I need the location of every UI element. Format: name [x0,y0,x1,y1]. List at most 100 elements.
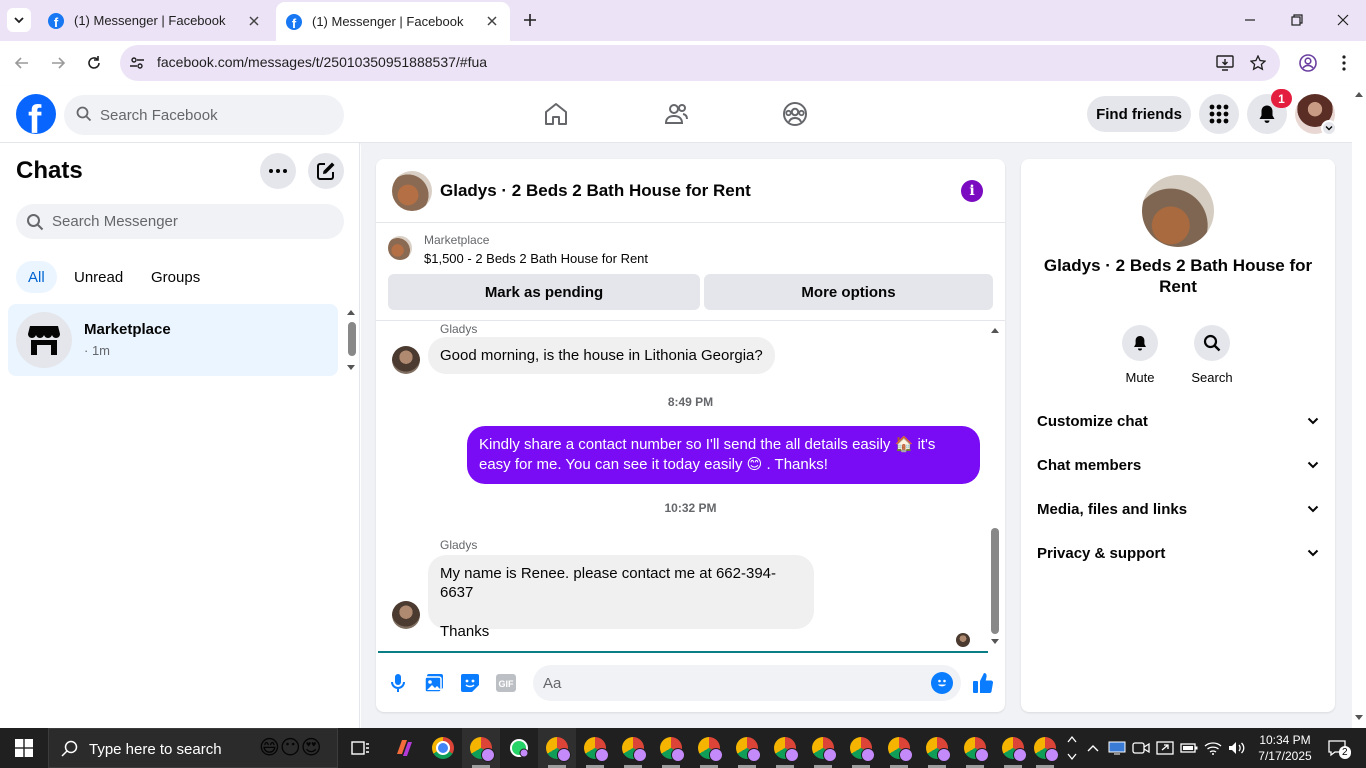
scroll-thumb[interactable] [991,528,999,634]
listing-description[interactable]: $1,500 - 2 Beds 2 Bath House for Rent [424,251,648,266]
minimize-button[interactable] [1238,8,1262,32]
bookmark-star-icon[interactable] [1249,54,1267,72]
more-options-button[interactable]: More options [704,274,993,310]
chat-list-item[interactable]: Marketplace · 1m [8,304,338,376]
sender-avatar[interactable] [392,601,420,629]
chrome-profile-app[interactable] [614,728,652,768]
chrome-profile-app[interactable] [880,728,918,768]
incoming-message[interactable]: My name is Renee. please contact me at 6… [428,555,814,640]
facebook-logo-icon[interactable]: f [16,94,56,134]
copilot-app[interactable] [385,728,423,768]
listing-thumbnail[interactable] [388,236,412,260]
chrome-profile-app[interactable] [956,728,994,768]
facebook-search[interactable] [64,95,344,135]
chrome-profile-app[interactable] [652,728,690,768]
conversation-scrollbar[interactable] [988,324,1002,650]
new-message-button[interactable] [308,153,344,189]
privacy-support-section[interactable]: Privacy & support [1037,541,1319,565]
battery-tray[interactable] [1178,728,1200,768]
scroll-thumb[interactable] [348,322,356,356]
conversation-large-avatar[interactable] [1142,175,1214,247]
new-tab-button[interactable] [520,10,540,30]
taskbar-clock[interactable]: 10:34 PM 7/17/2025 [1250,732,1320,764]
conversation-avatar[interactable] [392,171,432,211]
meet-now-tray[interactable] [1106,728,1128,768]
whatsapp-chrome-app[interactable] [500,728,538,768]
info-icon[interactable]: i [961,180,983,202]
start-button[interactable] [0,728,48,768]
chrome-profile-app[interactable] [728,728,766,768]
messenger-search-input[interactable] [52,204,332,239]
like-thumbs-up-icon[interactable] [971,671,995,695]
incoming-message[interactable]: Good morning, is the house in Lithonia G… [428,337,775,374]
screen-share-tray[interactable] [1154,728,1176,768]
emoji-picker-icon[interactable] [931,672,953,694]
chrome-profile-app[interactable] [538,728,576,768]
conversation-title[interactable]: Gladys · 2 Beds 2 Bath House for Rent [440,181,751,201]
chrome-profile-icon [812,737,837,762]
sender-avatar[interactable] [392,346,420,374]
taskbar-search[interactable]: Type here to search 😄😶😍 [48,728,338,768]
home-nav[interactable] [540,98,572,130]
chrome-profile-app[interactable] [462,728,500,768]
volume-tray[interactable] [1226,728,1248,768]
mute-action[interactable]: Mute [1110,325,1170,385]
friends-nav[interactable] [660,98,692,130]
close-tab-icon[interactable] [246,13,262,29]
task-view-button[interactable] [342,728,380,768]
mark-as-pending-button[interactable]: Mark as pending [388,274,700,310]
menu-button[interactable] [1199,94,1239,134]
chrome-app[interactable] [424,728,462,768]
close-window-button[interactable] [1331,8,1355,32]
message-composer[interactable] [533,665,961,701]
find-friends-button[interactable]: Find friends [1087,96,1191,132]
chrome-profile-app[interactable] [918,728,956,768]
tab-search-button[interactable] [7,8,31,32]
back-button[interactable] [10,51,34,75]
outgoing-message[interactable]: Kindly share a contact number so I'll se… [467,426,980,484]
bell-icon[interactable] [1122,325,1158,361]
attach-photo-icon[interactable] [422,671,446,695]
messenger-search[interactable] [16,204,344,239]
chat-options-button[interactable] [260,153,296,189]
gif-icon[interactable]: GIF [494,671,518,695]
forward-button[interactable] [46,51,70,75]
browser-profile-button[interactable] [1296,51,1320,75]
page-scrollbar[interactable] [1352,86,1366,728]
camera-tray[interactable] [1130,728,1152,768]
filter-tab-all[interactable]: All [16,261,57,293]
chat-list-scrollbar[interactable] [345,306,357,372]
media-files-links-section[interactable]: Media, files and links [1037,497,1319,521]
filter-tab-groups[interactable]: Groups [139,261,212,293]
restore-button[interactable] [1285,8,1309,32]
taskbar-scroll[interactable] [1064,728,1080,768]
chat-members-section[interactable]: Chat members [1037,453,1319,477]
browser-tab-2-active[interactable]: f (1) Messenger | Facebook [276,2,510,41]
groups-nav[interactable] [779,98,811,130]
customize-chat-section[interactable]: Customize chat [1037,409,1319,433]
search-icon[interactable] [1194,325,1230,361]
filter-tab-unread[interactable]: Unread [62,261,135,293]
reload-button[interactable] [82,51,106,75]
account-caret-icon[interactable] [1321,120,1337,136]
search-action[interactable]: Search [1182,325,1242,385]
chrome-profile-app[interactable] [804,728,842,768]
close-tab-icon[interactable] [484,13,500,29]
chrome-profile-app[interactable] [1026,728,1064,768]
chrome-profile-app[interactable] [842,728,880,768]
address-bar[interactable]: facebook.com/messages/t/2501035095188853… [120,45,1280,81]
site-settings-icon[interactable] [128,54,146,72]
browser-tab-1[interactable]: f (1) Messenger | Facebook [38,0,272,41]
install-app-icon[interactable] [1216,54,1234,72]
sticker-icon[interactable] [458,671,482,695]
browser-menu-button[interactable] [1332,51,1356,75]
wifi-tray[interactable] [1202,728,1224,768]
show-hidden-icons-button[interactable] [1084,728,1102,768]
notification-center-button[interactable]: 2 [1322,728,1352,768]
message-input[interactable] [543,665,913,701]
voice-clip-icon[interactable] [386,671,410,695]
chrome-profile-app[interactable] [576,728,614,768]
chrome-profile-app[interactable] [690,728,728,768]
chrome-profile-app[interactable] [766,728,804,768]
facebook-search-input[interactable] [100,95,330,135]
